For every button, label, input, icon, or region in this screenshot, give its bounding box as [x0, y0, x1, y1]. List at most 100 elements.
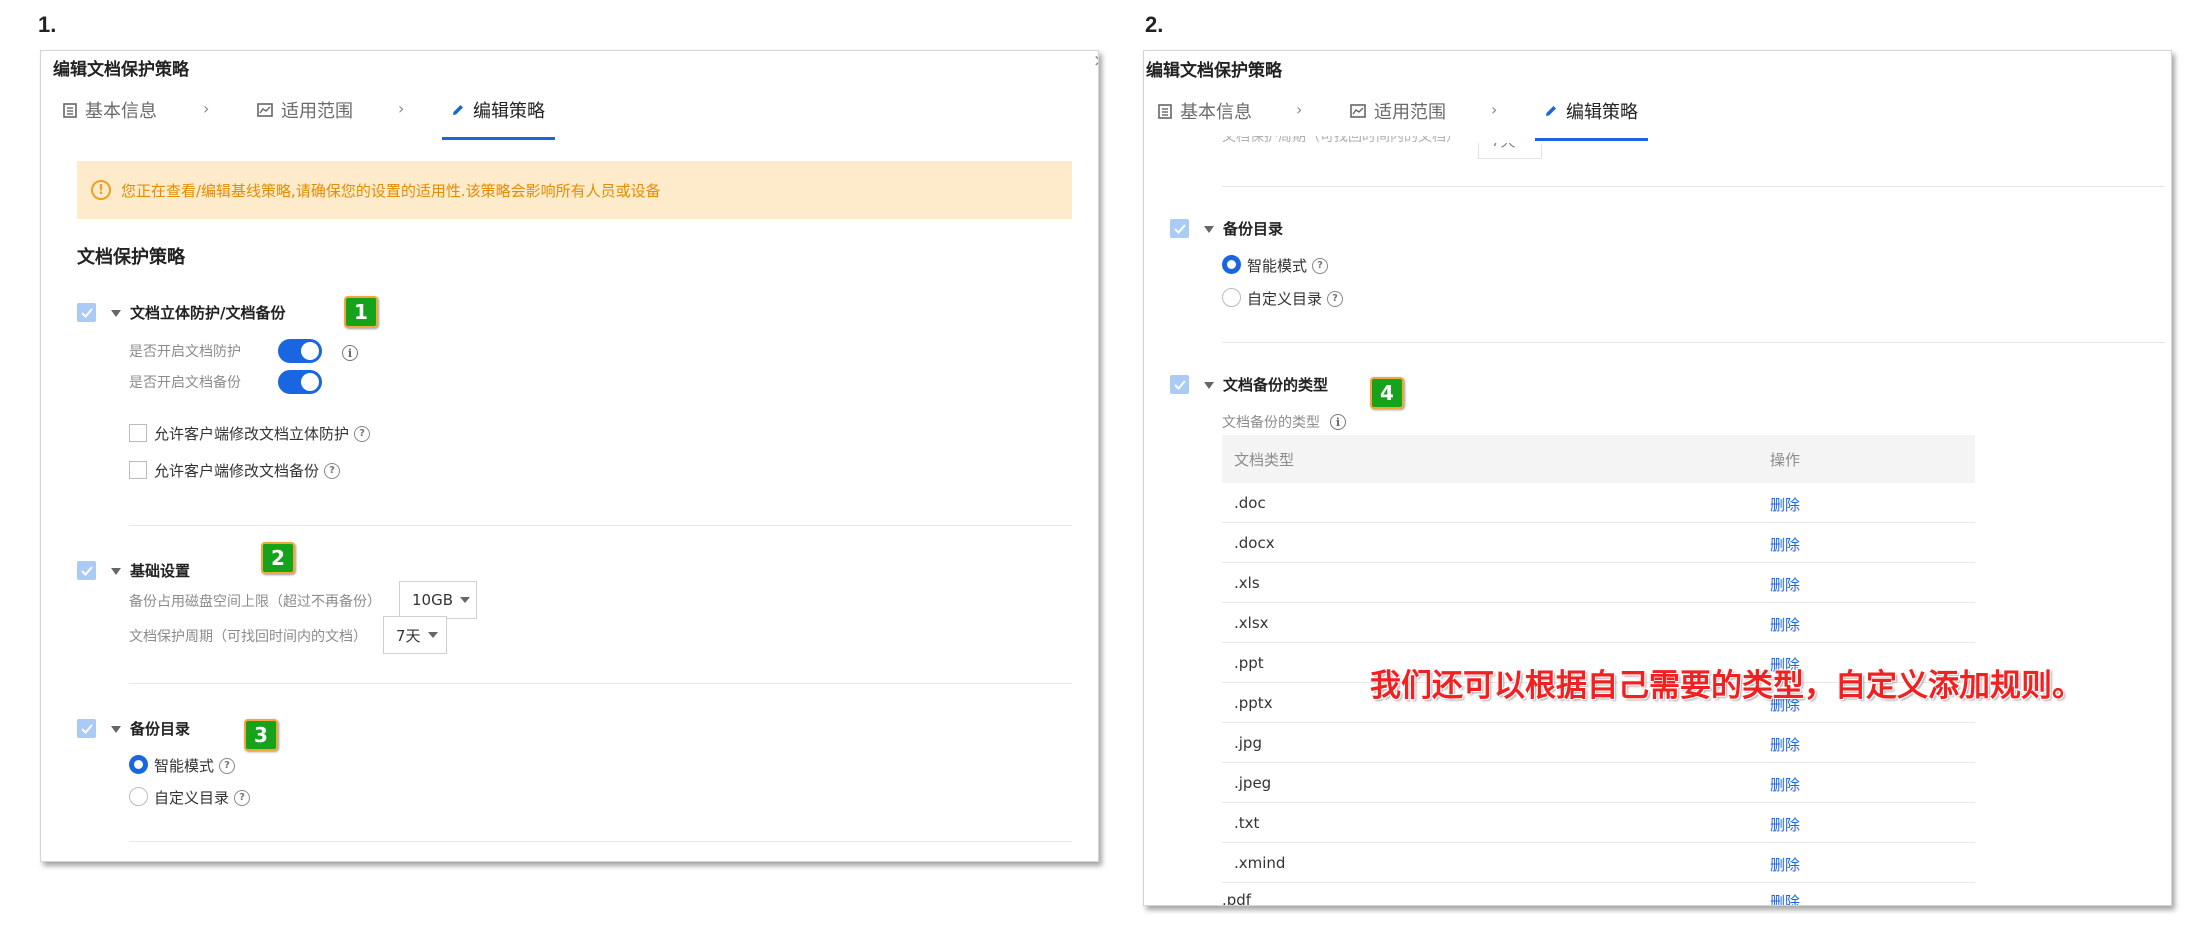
group-title-types: 文档备份的类型: [1223, 376, 1329, 394]
allow-modify-backup-checkbox[interactable]: [129, 461, 147, 479]
label-text: 自定义目录: [154, 789, 230, 807]
enable-protect-label: 是否开启文档防护: [129, 344, 241, 360]
group-checkbox-types[interactable]: [1170, 375, 1189, 394]
check-icon: [80, 565, 93, 576]
divider: [1222, 186, 2165, 187]
tab-basic-info[interactable]: 基本信息: [63, 97, 157, 123]
table-row: .txt 删除: [1222, 803, 1975, 843]
warning-text: 您正在查看/编辑基线策略,请确保您的设置的适用性.该策略会影响所有人员或设备: [121, 181, 661, 200]
tab-label: 适用范围: [281, 101, 353, 122]
scrolled-period-label: 文档保护周期（可找回时间内的文档）: [1222, 129, 1460, 145]
tab-label: 适用范围: [1374, 102, 1446, 123]
info-icon: i: [342, 345, 358, 361]
type-cell: .pdf: [1222, 891, 1252, 906]
disk-limit-select[interactable]: 10GB: [399, 581, 477, 619]
type-cell: .xlsx: [1234, 614, 1269, 632]
step-badge-3: 3: [244, 719, 278, 751]
group-checkbox-basic[interactable]: [77, 561, 96, 580]
disk-limit-label: 备份占用磁盘空间上限（超过不再备份）: [129, 594, 381, 610]
smart-mode-radio[interactable]: [129, 755, 148, 774]
label-text: 智能模式: [154, 757, 215, 775]
group-title-backup-dir: 备份目录: [1223, 220, 1284, 238]
custom-dir-radio[interactable]: [1222, 288, 1241, 307]
tab-basic-info[interactable]: 基本信息: [1158, 98, 1252, 124]
smart-mode-radio[interactable]: [1222, 255, 1241, 274]
custom-dir-radio[interactable]: [129, 787, 148, 806]
active-tab-indicator: [1535, 138, 1648, 141]
scope-chart-icon: [257, 103, 273, 117]
help-icon: ?: [1312, 257, 1329, 274]
caret-down-icon[interactable]: [1204, 382, 1214, 389]
divider: [129, 525, 1072, 526]
column-header-type: 文档类型: [1234, 451, 1295, 469]
help-icon: ?: [219, 757, 236, 774]
delete-link[interactable]: 删除: [1770, 534, 1800, 555]
smart-mode-label: 智能模式 ?: [1247, 255, 1329, 276]
table-row: .xls 删除: [1222, 563, 1975, 603]
chevron-right-icon: ›: [1491, 100, 1498, 119]
delete-link[interactable]: 删除: [1770, 774, 1800, 795]
custom-dir-label: 自定义目录 ?: [154, 787, 251, 808]
select-value: 10GB: [412, 591, 454, 609]
dialog-panel-1: 编辑文档保护策略 × 基本信息 › 适用范围 › 编辑策略 ! 您正在查看/编辑…: [40, 50, 1099, 862]
group-title-protection: 文档立体防护/文档备份: [130, 304, 286, 322]
tab-label: 基本信息: [1180, 102, 1252, 123]
caret-down-icon[interactable]: [111, 310, 121, 317]
enable-backup-toggle[interactable]: [278, 370, 322, 394]
types-subtitle: 文档备份的类型 i: [1222, 412, 1346, 432]
divider: [1222, 342, 2165, 343]
table-row: .jpg 删除: [1222, 723, 1975, 763]
table-row: .xmind 删除: [1222, 843, 1975, 883]
tab-scope[interactable]: 适用范围: [257, 97, 353, 123]
dropdown-icon: [427, 632, 438, 638]
tab-label: 基本信息: [85, 101, 157, 122]
group-checkbox-backup-dir[interactable]: [1170, 219, 1189, 238]
delete-link[interactable]: 删除: [1770, 854, 1800, 875]
chevron-right-icon: ›: [203, 99, 210, 118]
check-icon: [80, 307, 93, 318]
group-title-backup-dir: 备份目录: [130, 720, 191, 738]
delete-link[interactable]: 删除: [1770, 814, 1800, 835]
delete-link[interactable]: 删除: [1770, 734, 1800, 755]
delete-link[interactable]: 删除: [1770, 891, 1800, 905]
period-label: 文档保护周期（可找回时间内的文档）: [129, 629, 367, 645]
label-text: 自定义目录: [1247, 290, 1323, 308]
smart-mode-label: 智能模式 ?: [154, 755, 236, 776]
chevron-right-icon: ›: [398, 99, 405, 118]
delete-link[interactable]: 删除: [1770, 494, 1800, 515]
tab-edit-policy[interactable]: 编辑策略: [451, 97, 545, 123]
annotation-overlay: 我们还可以根据自己需要的类型，自定义添加规则。: [1370, 668, 2083, 704]
caret-down-icon[interactable]: [111, 568, 121, 575]
chevron-right-icon: ›: [1296, 100, 1303, 119]
caret-down-icon[interactable]: [111, 726, 121, 733]
delete-link[interactable]: 删除: [1770, 574, 1800, 595]
type-cell: .jpeg: [1234, 774, 1272, 792]
check-icon: [1173, 223, 1186, 234]
enable-backup-label: 是否开启文档备份: [129, 375, 241, 391]
table-row: .jpeg 删除: [1222, 763, 1975, 803]
label-text: 文档备份的类型: [1222, 415, 1320, 431]
pencil-icon: [1546, 106, 1556, 116]
close-icon[interactable]: ×: [1093, 51, 1098, 71]
delete-link[interactable]: 删除: [1770, 614, 1800, 635]
type-cell: .txt: [1234, 814, 1260, 832]
tab-edit-policy[interactable]: 编辑策略: [1544, 98, 1638, 124]
enable-protect-toggle[interactable]: [278, 339, 322, 363]
tab-label: 编辑策略: [1566, 102, 1638, 123]
period-select[interactable]: 7天: [383, 616, 447, 654]
section-heading: 文档保护策略: [77, 247, 185, 268]
dropdown-icon: [460, 597, 471, 603]
select-value: 7天: [396, 626, 421, 645]
caret-down-icon[interactable]: [1204, 226, 1214, 233]
type-cell: .ppt: [1234, 654, 1264, 672]
document-list-icon: [63, 102, 77, 118]
tab-scope[interactable]: 适用范围: [1350, 98, 1446, 124]
warning-icon: !: [91, 180, 111, 200]
types-table-header: 文档类型 操作: [1222, 435, 1975, 483]
group-checkbox-backup-dir[interactable]: [77, 719, 96, 738]
allow-modify-protect-checkbox[interactable]: [129, 424, 147, 442]
group-checkbox-protection[interactable]: [77, 303, 96, 322]
type-cell: .jpg: [1234, 734, 1262, 752]
document-list-icon: [1158, 103, 1172, 119]
check-icon: [80, 723, 93, 734]
